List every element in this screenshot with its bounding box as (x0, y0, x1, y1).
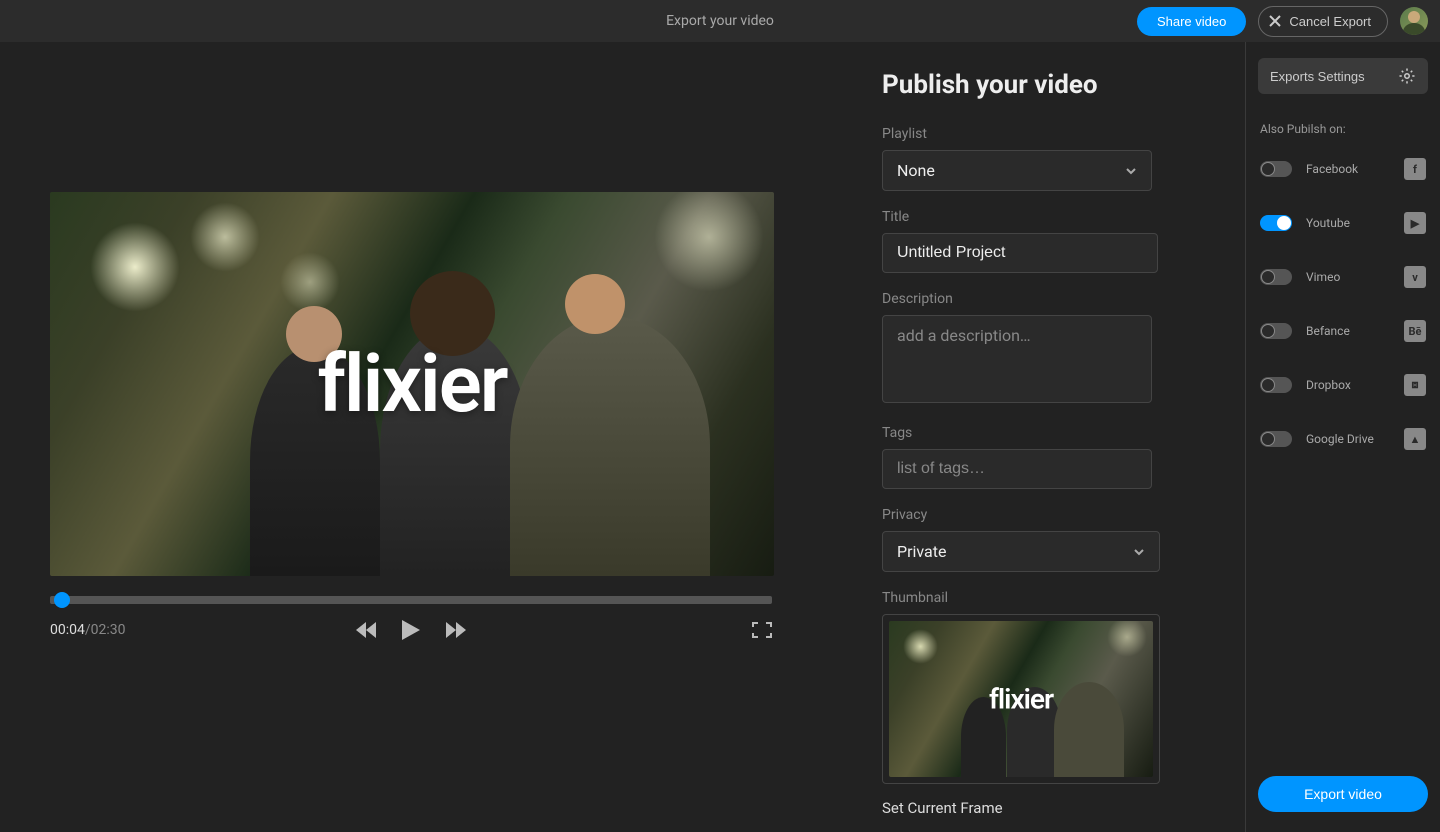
title-field[interactable] (882, 233, 1158, 273)
playlist-value: None (897, 161, 935, 180)
publish-target-row: Vimeov (1258, 256, 1428, 298)
rewind-icon[interactable] (356, 622, 376, 638)
befance-icon: Bē (1404, 320, 1426, 342)
thumbnail-label: Thumbnail (882, 590, 1200, 606)
vimeo-icon: v (1404, 266, 1426, 288)
publish-target-name: Dropbox (1306, 378, 1390, 392)
publish-target-name: Google Drive (1306, 432, 1390, 446)
privacy-select[interactable]: Private (882, 531, 1160, 572)
video-preview[interactable]: flixier (50, 192, 774, 576)
set-current-frame-button[interactable]: Set Current Frame (882, 799, 1003, 817)
cancel-export-button[interactable]: Cancel Export (1258, 6, 1388, 37)
total-time: 02:30 (91, 622, 126, 638)
gear-icon (1398, 67, 1416, 85)
publish-target-row: Befance Bē (1258, 310, 1428, 352)
tags-field[interactable] (882, 449, 1152, 489)
chevron-down-icon (1133, 546, 1145, 558)
publish-toggle-dropbox[interactable] (1260, 377, 1292, 393)
publish-toggle-google-drive[interactable] (1260, 431, 1292, 447)
publish-heading: Publish your video (882, 70, 1200, 100)
fast-forward-icon[interactable] (446, 622, 466, 638)
publish-toggle-vimeo[interactable] (1260, 269, 1292, 285)
share-video-button[interactable]: Share video (1137, 7, 1246, 36)
description-field[interactable] (882, 315, 1152, 403)
current-time: 00:04 (50, 622, 85, 638)
publish-toggle-facebook[interactable] (1260, 161, 1292, 177)
publish-toggle-youtube[interactable] (1260, 215, 1292, 231)
chevron-down-icon (1125, 165, 1137, 177)
play-icon[interactable] (402, 620, 420, 640)
dropbox-icon: ⧈ (1404, 374, 1426, 396)
exports-settings-button[interactable]: Exports Settings (1258, 58, 1428, 94)
playlist-select[interactable]: None (882, 150, 1152, 191)
title-label: Title (882, 209, 1200, 225)
publish-target-row: Facebook f (1258, 148, 1428, 190)
side-column: Exports Settings Also Pubilsh on: Facebo… (1246, 42, 1440, 832)
publish-form: Publish your video Playlist None Title D… (822, 42, 1246, 832)
publish-target-name: Vimeo (1306, 270, 1390, 284)
publish-target-row: Google Drive ▲ (1258, 418, 1428, 460)
timeline-thumb[interactable] (54, 592, 70, 608)
exports-settings-label: Exports Settings (1270, 69, 1365, 84)
thumbnail-preview[interactable]: flixier (882, 614, 1160, 784)
publish-toggle-befance[interactable] (1260, 323, 1292, 339)
avatar[interactable] (1400, 7, 1428, 35)
publish-target-row: Dropbox ⧈ (1258, 364, 1428, 406)
facebook-icon: f (1404, 158, 1426, 180)
publish-target-name: Youtube (1306, 216, 1390, 230)
preview-column: flixier 00:04 / 02:30 (0, 42, 822, 832)
also-publish-label: Also Pubilsh on: (1260, 122, 1426, 136)
playlist-label: Playlist (882, 126, 1200, 142)
close-icon (1269, 15, 1281, 27)
publish-target-name: Facebook (1306, 162, 1390, 176)
youtube-icon: ▶ (1404, 212, 1426, 234)
publish-target-row: Youtube ▶ (1258, 202, 1428, 244)
tags-label: Tags (882, 425, 1200, 441)
timeline-slider[interactable] (50, 596, 772, 604)
google-drive-icon: ▲ (1404, 428, 1426, 450)
privacy-value: Private (897, 542, 946, 561)
thumbnail-watermark: flixier (989, 683, 1053, 716)
description-label: Description (882, 291, 1200, 307)
export-video-button[interactable]: Export video (1258, 776, 1428, 812)
video-watermark: flixier (317, 337, 506, 431)
page-title: Export your video (666, 13, 774, 29)
privacy-label: Privacy (882, 507, 1200, 523)
topbar: Export your video Share video Cancel Exp… (0, 0, 1440, 42)
fullscreen-icon[interactable] (752, 622, 772, 638)
publish-target-name: Befance (1306, 324, 1390, 338)
cancel-export-label: Cancel Export (1289, 14, 1371, 29)
